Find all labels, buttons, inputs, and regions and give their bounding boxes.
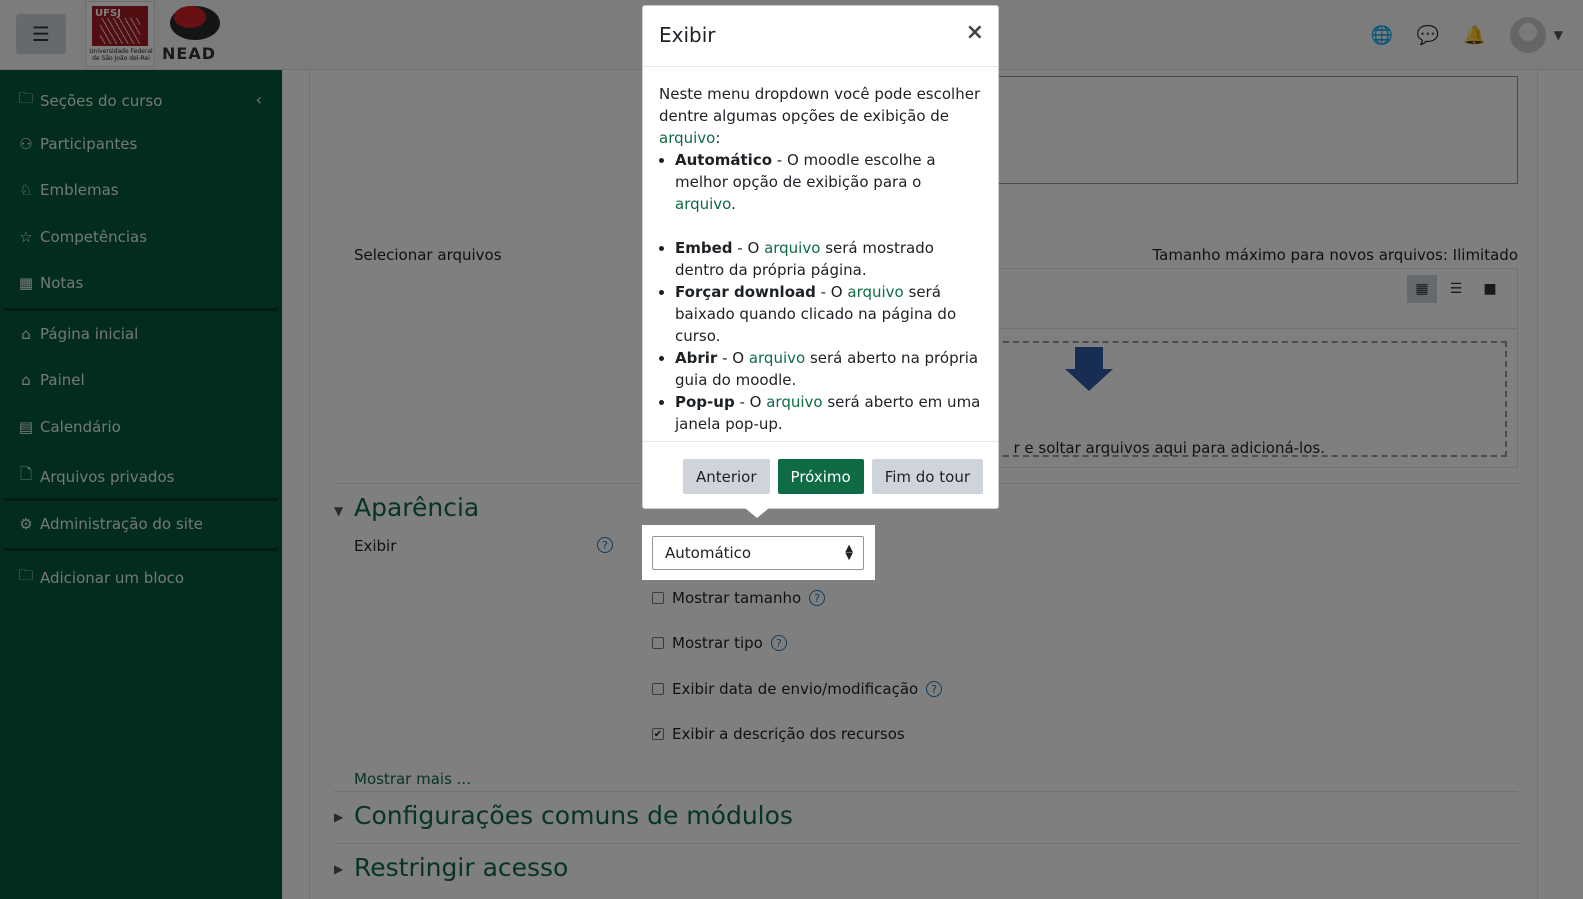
file-link[interactable]: arquivo: [847, 283, 903, 301]
popover-arrow: [745, 508, 769, 518]
display-select[interactable]: Automático ▲ ▼: [652, 536, 864, 570]
list-item: Forçar download - O arquivo será baixado…: [675, 281, 982, 347]
list-item: Automático - O moodle escolhe a melhor o…: [675, 149, 982, 215]
list-item: Pop-up - O arquivo será aberto em uma ja…: [675, 391, 982, 435]
tour-highlight: Automático ▲ ▼: [642, 525, 875, 580]
close-icon[interactable]: ×: [966, 20, 984, 45]
popover-intro: Neste menu dropdown você pode escolher d…: [659, 85, 981, 147]
list-item: Embed - O arquivo será mostrado dentro d…: [675, 237, 982, 281]
file-link[interactable]: arquivo: [766, 393, 822, 411]
select-arrows-icon: ▲ ▼: [845, 543, 853, 562]
previous-button[interactable]: Anterior: [682, 459, 770, 494]
file-link[interactable]: arquivo: [764, 239, 820, 257]
next-button[interactable]: Próximo: [777, 459, 864, 494]
display-options-list: Automático - O moodle escolhe a melhor o…: [675, 149, 982, 435]
list-item: Abrir - O arquivo será aberto na própria…: [675, 347, 982, 391]
popover-footer: Anterior Próximo Fim do tour: [643, 441, 998, 509]
file-link[interactable]: arquivo: [675, 195, 731, 213]
tour-popover: Exibir × Neste menu dropdown você pode e…: [642, 5, 999, 509]
popover-title: Exibir: [659, 23, 716, 47]
popover-body: Neste menu dropdown você pode escolher d…: [643, 67, 998, 435]
popover-header: Exibir ×: [643, 6, 998, 67]
file-link[interactable]: arquivo: [659, 129, 715, 147]
file-link[interactable]: arquivo: [749, 349, 805, 367]
end-tour-button[interactable]: Fim do tour: [871, 459, 983, 494]
